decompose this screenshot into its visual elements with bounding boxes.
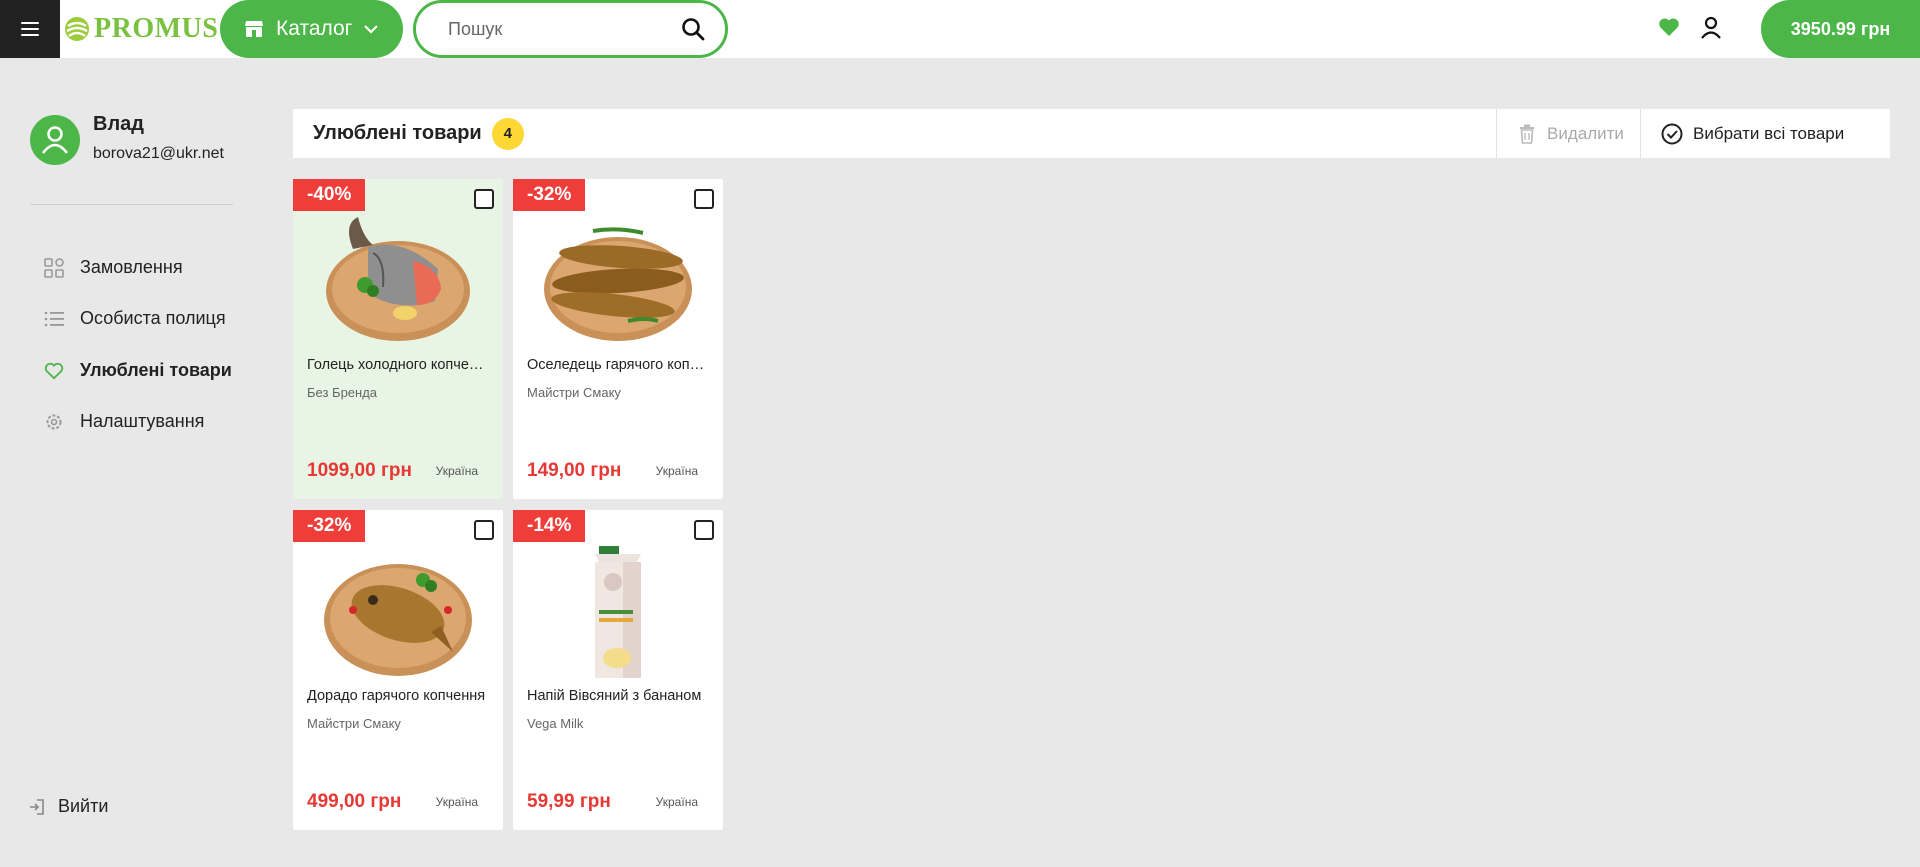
sidebar-divider [30,204,233,205]
delete-button[interactable]: Видалити [1496,109,1639,158]
hamburger-icon [21,22,39,36]
product-brand: Vega Milk [527,716,584,731]
user-icon[interactable] [1700,16,1722,40]
smoked-herring-image [544,227,692,341]
product-brand: Без Бренда [307,385,378,400]
favorites-toolbar: Улюблені товари 4 Видалити Вибрати всі т… [293,109,1890,158]
list-icon [44,309,64,329]
product-price: 149,00 грн [527,460,622,481]
logo-leaf-icon [65,17,89,41]
cart-total: 3950.99 грн [1790,18,1891,39]
search-bar [413,0,728,58]
delete-label: Видалити [1547,123,1624,143]
discount-badge: -32% [293,510,366,542]
discount-badge: -14% [513,510,586,542]
select-checkbox[interactable] [694,520,714,540]
favorites-heart-icon[interactable] [1658,17,1680,37]
sidebar-item-orders[interactable]: Замовлення [44,257,183,278]
chevron-down-icon [364,25,379,34]
page-title: Улюблені товари [313,122,482,144]
select-checkbox[interactable] [474,520,494,540]
product-name[interactable]: Дорадо гарячого копчення [307,688,489,704]
sidebar-item-label: Замовлення [80,257,183,277]
logout-icon [30,798,44,815]
sidebar-item-label: Улюблені товари [80,360,232,380]
product-price: 1099,00 грн [307,460,412,481]
product-card[interactable]: -40% Голець холодного копчення Без Бренд… [293,179,503,499]
catalog-label: Каталог [276,17,353,40]
discount-badge: -32% [513,179,586,211]
heart-icon [44,361,64,381]
check-circle-icon [1661,123,1683,144]
product-country: Україна [655,795,698,809]
product-price: 59,99 грн [527,791,611,812]
product-name[interactable]: Голець холодного копчення [307,357,489,373]
sidebar-item-label: Особиста полиця [80,308,226,328]
search-input[interactable] [448,18,668,40]
user-avatar-icon [42,126,68,154]
product-card[interactable]: -14% Напій Вівсяний з бананом Vega Milk … [513,510,723,830]
catalog-button[interactable]: Каталог [220,0,403,58]
smoked-char-fish-image [326,217,470,341]
discount-badge: -40% [293,179,366,211]
avatar [30,115,80,165]
user-name: Влад [93,113,144,135]
product-name[interactable]: Оселедець гарячого копчення [527,357,709,373]
grid-icon [44,257,64,278]
product-brand: Майстри Смаку [527,385,621,400]
trash-icon [1520,124,1534,144]
sidebar-item-label: Налаштування [80,411,205,431]
user-email: borova21@ukr.net [93,145,224,162]
logout-button[interactable]: Вийти [28,796,108,817]
sidebar-item-favorites[interactable]: Улюблені товари [44,360,232,381]
smoked-dorado-image [324,564,472,676]
sidebar-item-personal-shelf[interactable]: Особиста полиця [44,308,226,329]
product-brand: Майстри Смаку [307,716,401,731]
logout-label: Вийти [58,796,109,816]
logo-text: PROMUS [94,13,219,44]
favorites-count-badge: 4 [491,117,524,150]
product-price: 499,00 грн [307,791,402,812]
top-header: PROMUS Каталог 3950.99 грн [0,0,1920,58]
select-all-button[interactable]: Вибрати всі товари [1640,109,1890,158]
product-card[interactable]: -32% Оселедець гарячого копчення Майстри… [513,179,723,499]
gear-icon [44,412,64,432]
product-country: Україна [435,795,478,809]
select-all-label: Вибрати всі товари [1693,123,1845,143]
product-country: Україна [435,464,478,478]
store-icon [245,21,263,37]
product-country: Україна [655,464,698,478]
sidebar-item-settings[interactable]: Налаштування [44,411,204,432]
product-card[interactable]: -32% Дорадо гарячого копчення Майстри См… [293,510,503,830]
menu-button[interactable] [0,0,60,58]
search-icon[interactable] [681,17,705,41]
select-checkbox[interactable] [694,189,714,209]
oat-drink-carton-image [595,546,641,678]
cart-button[interactable]: 3950.99 грн [1761,0,1920,58]
select-checkbox[interactable] [474,189,494,209]
product-name[interactable]: Напій Вівсяний з бананом [527,688,709,704]
logo[interactable]: PROMUS [64,12,218,46]
